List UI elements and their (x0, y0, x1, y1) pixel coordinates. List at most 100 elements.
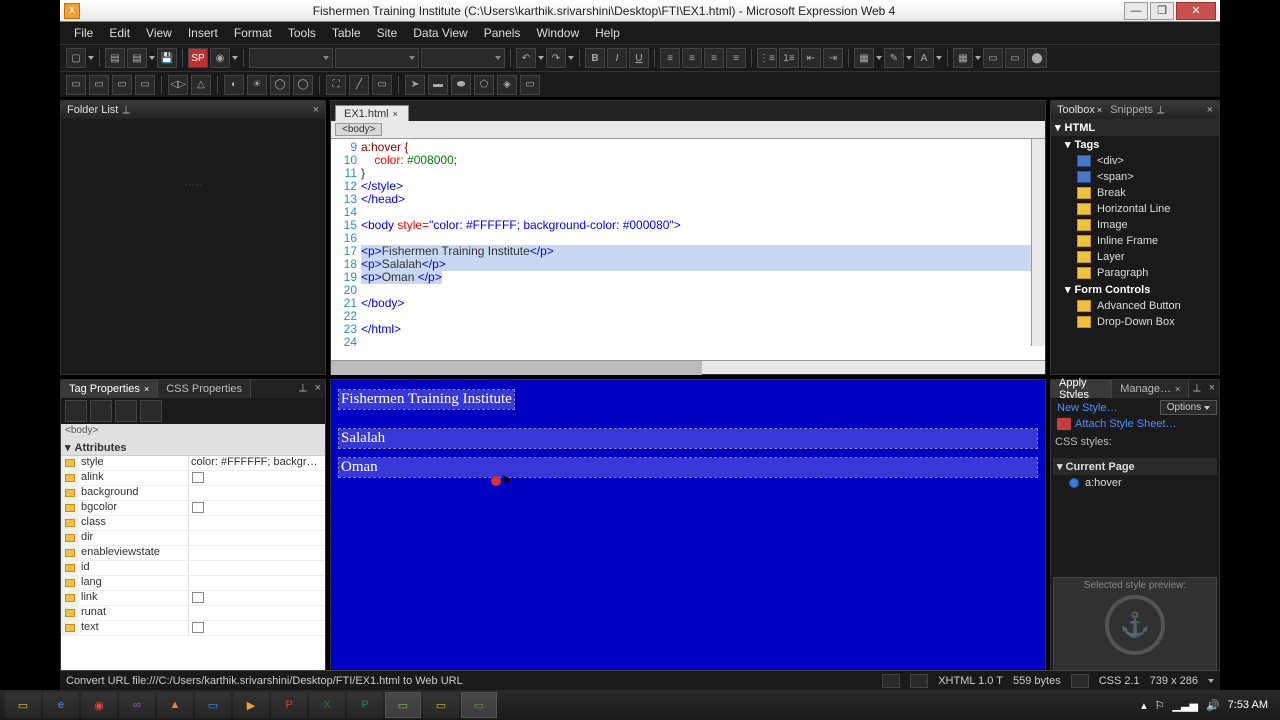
tag-prop-id[interactable]: id (61, 561, 325, 576)
code-lines[interactable]: a:hover { color: #008000; } </style> </h… (361, 139, 1045, 360)
crop-icon[interactable]: ⛶ (326, 75, 346, 95)
task-vlc[interactable]: ▲ (157, 692, 193, 718)
menu-panels[interactable]: Panels (476, 24, 529, 42)
task-vs[interactable]: ∞ (119, 692, 155, 718)
tool2-b[interactable]: ▭ (89, 75, 109, 95)
task-app3[interactable]: ▭ (423, 692, 459, 718)
open-icon[interactable]: ▤ (105, 48, 125, 68)
task-expressionweb[interactable]: ▭ (385, 692, 421, 718)
task-app2[interactable]: ▶ (233, 692, 269, 718)
preview-p3[interactable]: Oman (339, 458, 1037, 477)
tab-apply-styles[interactable]: Apply Styles (1051, 380, 1112, 398)
minimize-button[interactable]: — (1124, 2, 1148, 20)
redo-icon[interactable]: ↷ (546, 48, 566, 68)
toolbox-item-hr[interactable]: Horizontal Line (1051, 201, 1219, 217)
status-btn3[interactable] (1071, 674, 1089, 688)
task-app1[interactable]: ▭ (195, 692, 231, 718)
preview-body[interactable]: Fishermen Training Institute Salalah Oma… (331, 380, 1045, 671)
tag-prop-runat[interactable]: runat (61, 606, 325, 621)
align-center-icon[interactable]: ≡ (682, 48, 702, 68)
tag-prop-text[interactable]: text (61, 621, 325, 636)
preview-p2[interactable]: Salalah (339, 429, 1037, 448)
indent-icon[interactable]: ⇥ (823, 48, 843, 68)
tp-btn3[interactable] (115, 400, 137, 422)
shape-ellipse-icon[interactable]: ⬬ (451, 75, 471, 95)
bullet-list-icon[interactable]: ⋮≡ (757, 48, 777, 68)
tab-manage-styles[interactable]: Manage…× (1112, 380, 1189, 398)
close-panel-icon[interactable]: × (1205, 380, 1219, 398)
menu-help[interactable]: Help (587, 24, 628, 42)
toolbox-item-image[interactable]: Image (1051, 217, 1219, 233)
close-panel-icon[interactable]: × (313, 104, 319, 116)
task-publisher[interactable]: P (347, 692, 383, 718)
options-dropdown[interactable]: Options (1160, 400, 1217, 415)
tp-btn1[interactable] (65, 400, 87, 422)
tag-prop-alink[interactable]: alink (61, 471, 325, 486)
tag-prop-lang[interactable]: lang (61, 576, 325, 591)
task-powerpoint[interactable]: P (271, 692, 307, 718)
vertical-scrollbar[interactable] (1031, 139, 1045, 346)
open-site-icon[interactable]: ▤ (127, 48, 147, 68)
toolbox-item-iframe[interactable]: Inline Frame (1051, 233, 1219, 249)
snippets-tab[interactable]: Snippets (1110, 104, 1153, 116)
menu-file[interactable]: File (66, 24, 101, 42)
current-page-section[interactable]: ▾ Current Page (1053, 458, 1217, 475)
status-btn1[interactable] (882, 674, 900, 688)
toolbox-item-dropdown[interactable]: Drop-Down Box (1051, 314, 1219, 330)
flip-h-icon[interactable]: ◁▷ (168, 75, 188, 95)
attach-stylesheet-link[interactable]: Attach Style Sheet… (1053, 416, 1217, 432)
css-rule-ahover[interactable]: a:hover (1053, 475, 1217, 491)
shape-poly-icon[interactable]: ⬠ (474, 75, 494, 95)
tool2-e[interactable]: ◯ (270, 75, 290, 95)
toolbox-cat-html[interactable]: ▾HTML (1051, 119, 1219, 136)
task-app4[interactable]: ▭ (461, 692, 497, 718)
task-excel[interactable]: X (309, 692, 345, 718)
task-explorer[interactable]: ▭ (5, 692, 41, 718)
toolbox-tab[interactable]: Toolbox (1057, 104, 1095, 116)
line-icon[interactable]: ╱ (349, 75, 369, 95)
tray-network-icon[interactable]: ▁▃▅ (1173, 699, 1198, 712)
italic-icon[interactable]: I (607, 48, 627, 68)
pointer-icon[interactable]: ➤ (405, 75, 425, 95)
highlight-icon[interactable]: ✎ (884, 48, 904, 68)
size-dropdown[interactable] (421, 48, 505, 68)
tool2-f[interactable]: ◯ (293, 75, 313, 95)
pin-icon[interactable]: ⟂ (1189, 380, 1204, 398)
toolbox-item-layer[interactable]: Layer (1051, 249, 1219, 265)
outdent-icon[interactable]: ⇤ (801, 48, 821, 68)
menu-view[interactable]: View (138, 24, 180, 42)
brightness-icon[interactable]: ☀ (247, 75, 267, 95)
menu-window[interactable]: Window (528, 24, 587, 42)
tag-prop-class[interactable]: class (61, 516, 325, 531)
toolbox-subcat-form[interactable]: ▾Form Controls (1051, 281, 1219, 298)
toolbox-item-span[interactable]: <span> (1051, 169, 1219, 185)
task-ie[interactable]: e (43, 692, 79, 718)
tab-css-properties[interactable]: CSS Properties (158, 380, 251, 398)
tp-btn4[interactable] (140, 400, 162, 422)
hyperlink-icon[interactable]: ⬤ (1027, 48, 1047, 68)
tag-prop-enableviewstate[interactable]: enableviewstate (61, 546, 325, 561)
toolbox-item-paragraph[interactable]: Paragraph (1051, 265, 1219, 281)
rect-icon[interactable]: ▭ (372, 75, 392, 95)
tool2-g[interactable]: ▭ (520, 75, 540, 95)
tray-clock[interactable]: 7:53 AM (1228, 699, 1268, 711)
preview-p1[interactable]: Fishermen Training Institute (339, 390, 514, 409)
close-button[interactable]: ✕ (1176, 2, 1216, 20)
menu-site[interactable]: Site (369, 24, 406, 42)
status-doctype[interactable]: XHTML 1.0 T (938, 675, 1003, 687)
flip-v-icon[interactable]: △ (191, 75, 211, 95)
bold-icon[interactable]: B (585, 48, 605, 68)
close-panel-icon[interactable]: × (1207, 104, 1213, 116)
tray-volume-icon[interactable]: 🔊 (1206, 699, 1220, 712)
tag-prop-dir[interactable]: dir (61, 531, 325, 546)
menu-tools[interactable]: Tools (280, 24, 324, 42)
menu-insert[interactable]: Insert (180, 24, 226, 42)
tag-props-breadcrumb[interactable]: <body> (61, 424, 325, 440)
pin-icon[interactable]: ⟂ (295, 380, 310, 398)
task-chrome[interactable]: ◉ (81, 692, 117, 718)
shape-rect-icon[interactable]: ▬ (428, 75, 448, 95)
hotspot-icon[interactable]: ◈ (497, 75, 517, 95)
font-dropdown[interactable] (335, 48, 419, 68)
contrast-icon[interactable]: ◐ (224, 75, 244, 95)
pin-icon[interactable]: ⟂ (122, 104, 129, 117)
